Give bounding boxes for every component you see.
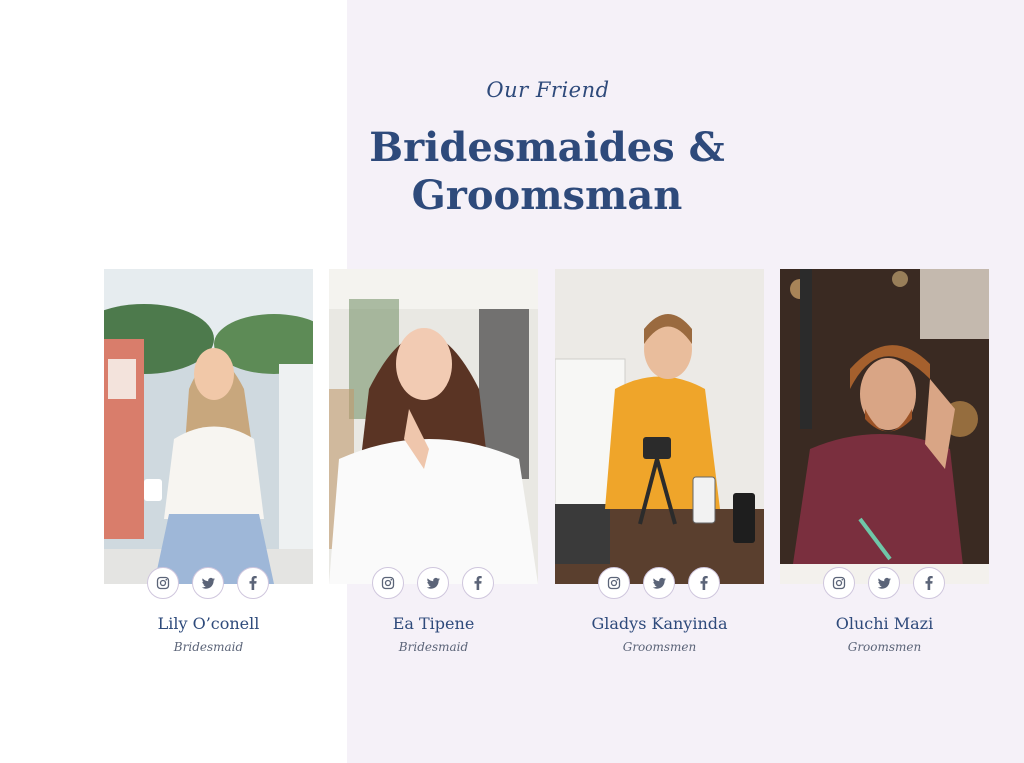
- member-role: Groomsmen: [622, 640, 697, 654]
- member-card: Ea Tipene Bridesmaid: [329, 269, 538, 669]
- member-photo: [104, 269, 313, 584]
- section-title-line-1: Bridesmaides &: [369, 124, 725, 171]
- section-title: Bridesmaides & Groomsman: [0, 124, 1024, 220]
- instagram-icon[interactable]: [823, 567, 855, 599]
- facebook-icon[interactable]: [462, 567, 494, 599]
- twitter-icon[interactable]: [192, 567, 224, 599]
- member-photo: [329, 269, 538, 584]
- instagram-icon[interactable]: [147, 567, 179, 599]
- facebook-icon[interactable]: [913, 567, 945, 599]
- section-eyebrow: Our Friend: [486, 78, 610, 102]
- member-photo: [780, 269, 989, 584]
- member-card: Gladys Kanyinda Groomsmen: [555, 269, 764, 669]
- member-role: Bridesmaid: [173, 640, 244, 654]
- member-name: Ea Tipene: [392, 614, 475, 633]
- member-role: Groomsmen: [847, 640, 922, 654]
- member-photo: [555, 269, 764, 584]
- instagram-icon[interactable]: [598, 567, 630, 599]
- twitter-icon[interactable]: [868, 567, 900, 599]
- facebook-icon[interactable]: [688, 567, 720, 599]
- member-name: Lily O’conell: [157, 614, 260, 633]
- social-links: [372, 567, 496, 601]
- member-name: Gladys Kanyinda: [591, 614, 728, 633]
- instagram-icon[interactable]: [372, 567, 404, 599]
- social-links: [823, 567, 947, 601]
- social-links: [147, 567, 271, 601]
- member-role: Bridesmaid: [398, 640, 469, 654]
- social-links: [598, 567, 722, 601]
- twitter-icon[interactable]: [417, 567, 449, 599]
- member-name: Oluchi Mazi: [835, 614, 934, 633]
- member-card: Lily O’conell Bridesmaid: [104, 269, 313, 669]
- member-card: Oluchi Mazi Groomsmen: [780, 269, 989, 669]
- member-cards: Lily O’conell Bridesmaid Ea Tipene Bride…: [104, 269, 990, 669]
- section-title-line-2: Groomsman: [411, 172, 683, 219]
- facebook-icon[interactable]: [237, 567, 269, 599]
- twitter-icon[interactable]: [643, 567, 675, 599]
